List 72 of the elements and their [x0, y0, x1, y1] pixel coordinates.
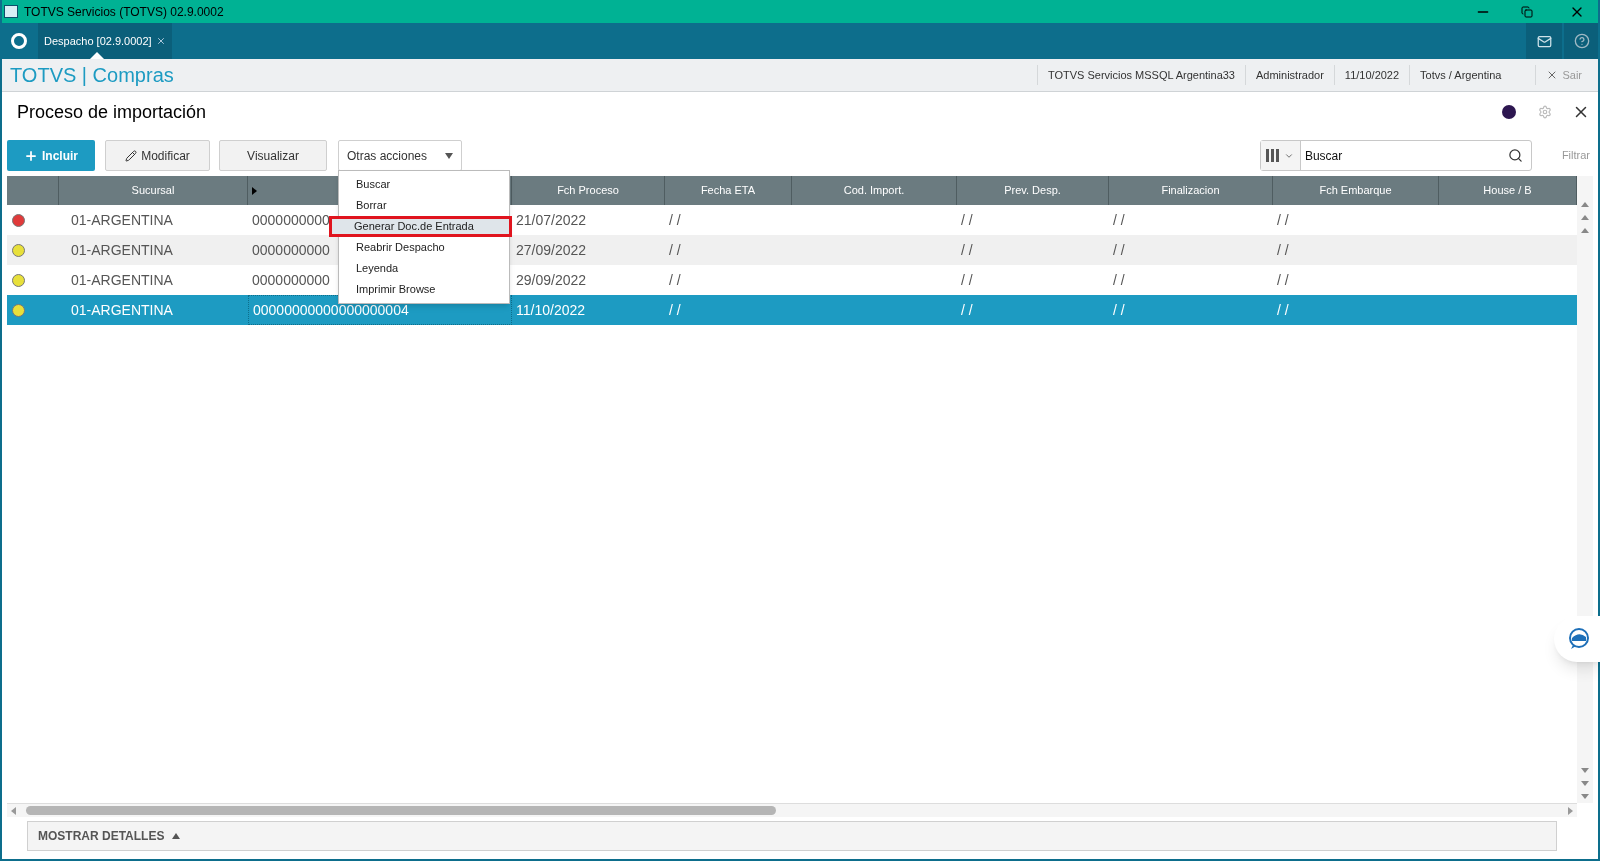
table-cell-text: / / — [669, 270, 681, 290]
table-cell-text: / / — [961, 270, 973, 290]
table-cell-text: 01-ARGENTINA — [71, 210, 173, 230]
window-title: TOTVS Servicios (TOTVS) 02.9.0002 — [24, 3, 224, 21]
table-cell-text: 11/10/2022 — [516, 300, 586, 320]
table-cell-text: 0000000000 — [252, 270, 330, 290]
view-button[interactable]: Visualizar — [219, 140, 327, 171]
scroll-page-down-icon[interactable] — [1581, 781, 1589, 786]
table-cell-text: / / — [961, 210, 973, 230]
search-field[interactable]: Buscar — [1259, 140, 1532, 171]
show-details-toggle[interactable]: MOSTRAR DETALLES — [38, 827, 181, 845]
pencil-icon — [125, 149, 138, 162]
help-button[interactable] — [1564, 23, 1598, 59]
caret-icon — [445, 152, 453, 159]
menu-item[interactable]: Buscar — [341, 174, 507, 195]
table-cell-text: / / — [1277, 270, 1289, 290]
search-input[interactable]: Buscar — [1304, 146, 1508, 165]
table-cell-text: 00000000000000000004 — [253, 300, 409, 320]
table-cell-text: / / — [1277, 240, 1289, 260]
edit-button[interactable]: Modificar — [105, 140, 210, 171]
table-cell-text: 0000000000 — [252, 210, 330, 230]
vertical-scrollbar[interactable] — [1577, 176, 1593, 803]
table-cell-text: / / — [1113, 210, 1125, 230]
scroll-page-up-icon[interactable] — [1581, 215, 1589, 220]
table-cell-text: 01-ARGENTINA — [71, 270, 173, 290]
table-cell-text: / / — [669, 210, 681, 230]
table-cell-text: / / — [1113, 300, 1125, 320]
settings-icon[interactable] — [1538, 105, 1552, 119]
menu-item[interactable]: Generar Doc.de Entrada — [329, 216, 512, 237]
table-cell-text: / / — [1277, 210, 1289, 230]
horizontal-scrollbar[interactable] — [7, 803, 1577, 817]
mail-button[interactable] — [1526, 23, 1562, 59]
brand: TOTVS | Compras — [10, 63, 174, 88]
table-cell-text: 29/09/2022 — [516, 270, 587, 290]
status-item: 11/10/2022 — [1333, 65, 1410, 85]
columns-dropdown[interactable] — [1260, 141, 1301, 170]
status-item: Administrador — [1245, 65, 1334, 85]
scroll-right-icon[interactable] — [1568, 806, 1573, 815]
logo-icon[interactable] — [11, 33, 27, 49]
page-title: Proceso de importación — [17, 100, 207, 124]
table-cell-text: / / — [669, 240, 681, 260]
table-cell-text: 0000000000 — [252, 240, 330, 260]
more-actions-button[interactable]: Otras acciones — [338, 140, 462, 171]
table-cell-text: 01-ARGENTINA — [71, 240, 173, 260]
mail-icon — [1536, 33, 1552, 49]
app-icon — [4, 5, 18, 18]
status-item: Totvs / Argentina — [1409, 65, 1512, 85]
table-cell-text: / / — [1113, 270, 1125, 290]
table-cell-text: / / — [961, 240, 973, 260]
table-cell-text: 21/07/2022 — [516, 210, 587, 230]
search-icon[interactable] — [1507, 148, 1523, 163]
scroll-bottom-icon[interactable] — [1581, 794, 1589, 799]
table-cell-text: / / — [961, 300, 973, 320]
table-cell-text: 27/09/2022 — [516, 240, 587, 260]
plus-icon — [24, 148, 38, 163]
table-cell-text: / / — [1277, 300, 1289, 320]
scroll-thumb[interactable] — [26, 806, 776, 815]
chat-bubble-icon — [1567, 627, 1591, 651]
scroll-left-icon[interactable] — [11, 806, 16, 815]
tab[interactable]: Despacho [02.9.0002] — [38, 23, 172, 59]
scroll-up-icon[interactable] — [1581, 228, 1589, 233]
help-icon — [1574, 33, 1590, 49]
table-cell-text: / / — [1113, 240, 1125, 260]
columns-icon — [1266, 149, 1281, 162]
status-item: TOTVS Servicios MSSQL Argentina33 — [1036, 65, 1245, 85]
table-cell-text: 01-ARGENTINA — [71, 300, 173, 320]
menu-item[interactable]: Reabrir Despacho — [341, 237, 507, 258]
restore-icon[interactable] — [1521, 5, 1533, 18]
table-cell-text: / / — [669, 300, 681, 320]
scroll-top-icon[interactable] — [1581, 202, 1589, 207]
close-tab-icon[interactable] — [155, 36, 166, 46]
scroll-down-icon[interactable] — [1581, 768, 1589, 773]
